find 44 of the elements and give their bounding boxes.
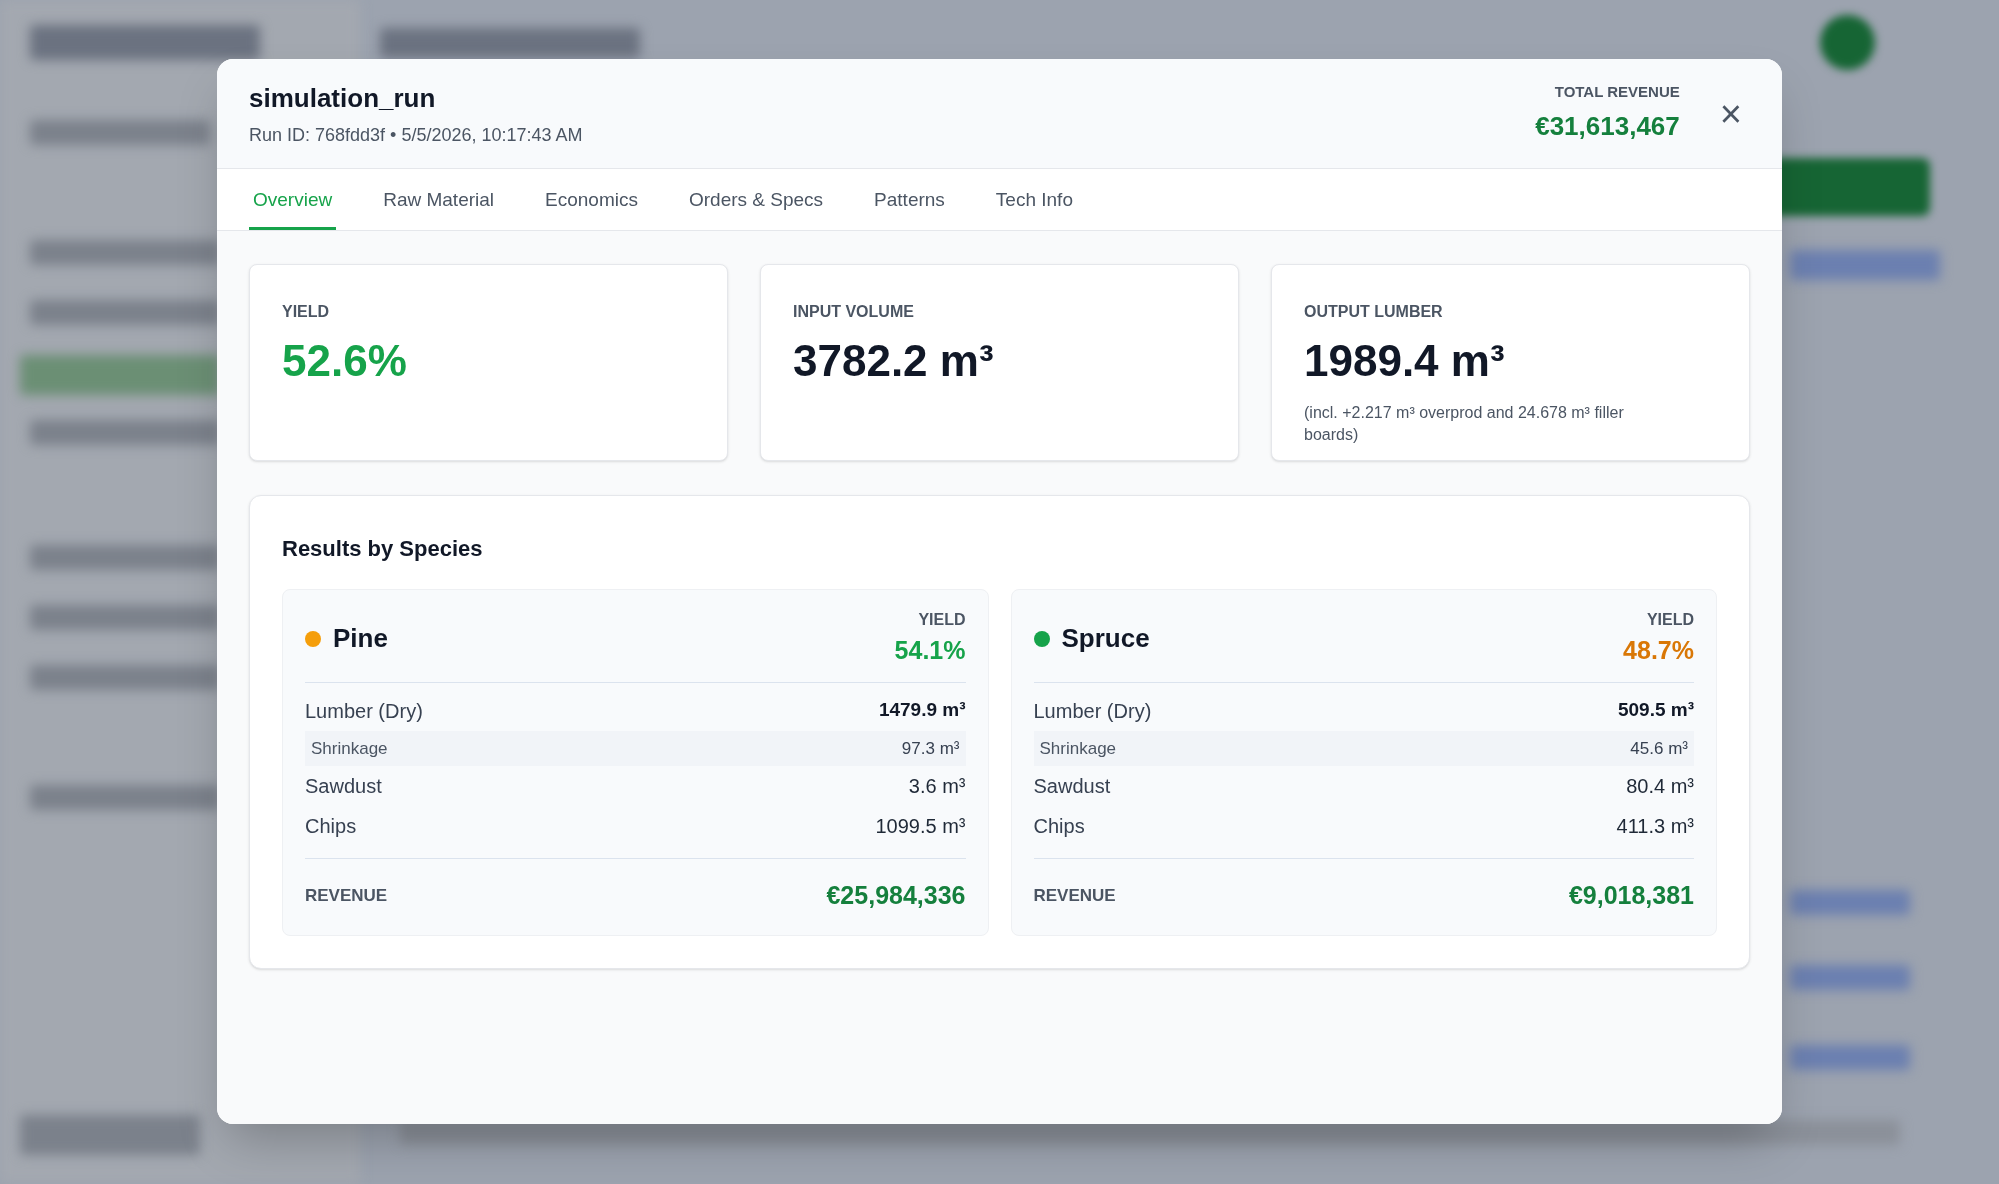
row-label: Sawdust [1033, 774, 1111, 799]
row-value: 509.5 m³ [1617, 697, 1694, 722]
stat-label: OUTPUT LUMBER [1304, 302, 1444, 322]
row-label: Sawdust [305, 774, 382, 799]
stat-value: 3782.2 m³ [793, 335, 995, 387]
close-button[interactable]: × [1719, 94, 1742, 133]
yield-value: 48.7% [1623, 635, 1694, 666]
yield-value: 54.1% [894, 635, 966, 666]
row-value: 3.6 m³ [908, 774, 966, 799]
tab[interactable]: Patterns [870, 169, 949, 230]
run-info: Run ID: 768fdd3f • 5/5/2026, 10:17:43 AM [249, 123, 584, 147]
tab[interactable]: Orders & Specs [685, 169, 828, 230]
yield-label: YIELD [1646, 610, 1694, 630]
row-value: 1099.5 m³ [875, 814, 966, 839]
stat-note: (incl. +2.217 m³ overprod and 24.678 m³ filler boards) [1304, 403, 1625, 445]
stat-label: INPUT VOLUME [793, 302, 915, 322]
tab[interactable]: Tech Info [991, 169, 1077, 230]
revenue-label: REVENUE [305, 885, 388, 907]
stat-label: YIELD [282, 302, 331, 322]
yield-label: YIELD [918, 610, 966, 630]
species-name: Spruce [1061, 622, 1151, 656]
row-value: 80.4 m³ [1626, 774, 1694, 799]
tab[interactable]: Raw Material [379, 169, 499, 230]
revenue-value: €25,984,336 [826, 880, 966, 911]
tab[interactable]: Economics [541, 169, 642, 230]
section-title: Results by Species [282, 535, 484, 563]
total-revenue-label: TOTAL REVENUE [1554, 81, 1680, 102]
row-label: Shrinkage [311, 737, 388, 760]
row-value: 1479.9 m³ [878, 697, 966, 722]
total-revenue-value: €31,613,467 [1535, 110, 1680, 144]
stat-value: 1989.4 m³ [1304, 335, 1506, 387]
row-label: Lumber (Dry) [305, 698, 423, 724]
species-name: Pine [333, 622, 389, 656]
dialog-title: simulation_run [249, 81, 437, 115]
revenue-value: €9,018,381 [1568, 880, 1694, 911]
row-value: 97.3 m³ [901, 737, 960, 760]
revenue-label: REVENUE [1033, 885, 1116, 907]
row-label: Chips [1033, 814, 1085, 839]
stat-value: 52.6% [282, 335, 408, 387]
row-label: Chips [305, 814, 357, 839]
row-label: Shrinkage [1039, 737, 1117, 760]
row-value: 45.6 m³ [1630, 737, 1688, 760]
row-label: Lumber (Dry) [1033, 698, 1152, 724]
row-value: 411.3 m³ [1616, 814, 1694, 839]
